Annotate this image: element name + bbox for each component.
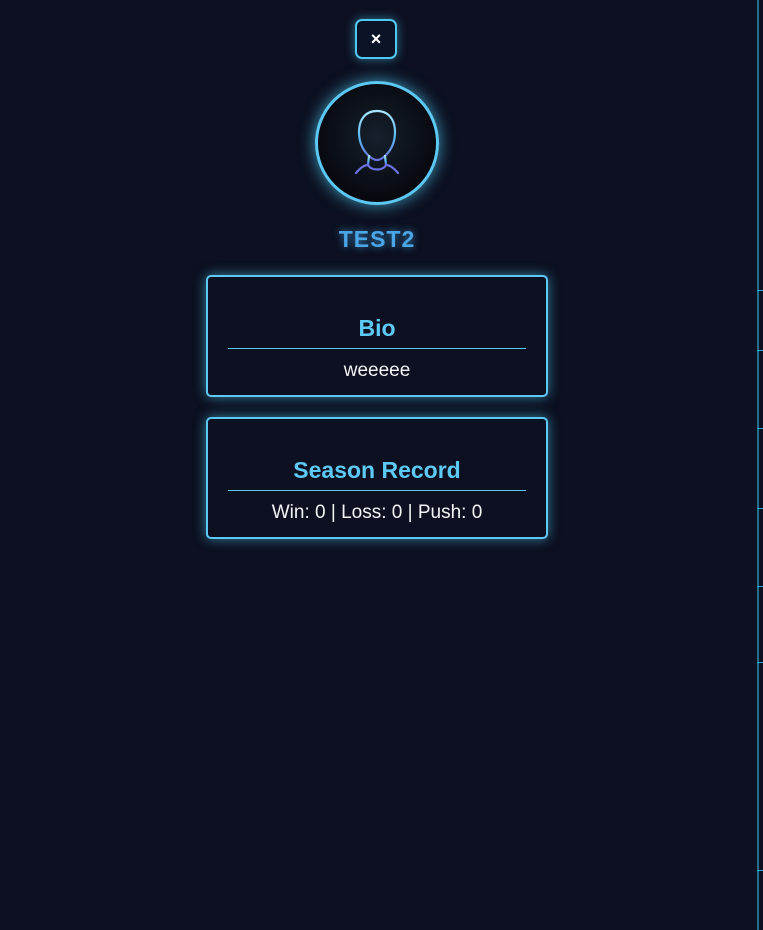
edge-tick: [757, 290, 763, 291]
close-button[interactable]: ×: [355, 19, 397, 59]
right-edge-panel: [757, 0, 763, 930]
bio-text: weeeee: [343, 360, 411, 381]
username: TEST2: [338, 226, 416, 252]
divider: [228, 348, 526, 349]
season-record-card: Season Record Win: 0 | Loss: 0 | Push: 0: [206, 417, 548, 539]
edge-tick: [757, 586, 763, 587]
edge-tick: [757, 870, 763, 871]
season-record-text: Win: 0 | Loss: 0 | Push: 0: [271, 502, 483, 523]
edge-tick: [757, 508, 763, 509]
profile-modal: × TEST2 Bio weeeee Season Record Win: 0 …: [0, 0, 763, 930]
edge-tick: [757, 662, 763, 663]
divider: [228, 490, 526, 491]
season-record-title: Season Record: [293, 457, 461, 483]
bio-title: Bio: [358, 315, 396, 341]
edge-tick: [757, 428, 763, 429]
edge-tick: [757, 350, 763, 351]
close-icon: ×: [370, 28, 382, 49]
avatar: [315, 81, 439, 205]
user-silhouette-icon: [354, 109, 400, 175]
bio-card: Bio weeeee: [206, 275, 548, 397]
